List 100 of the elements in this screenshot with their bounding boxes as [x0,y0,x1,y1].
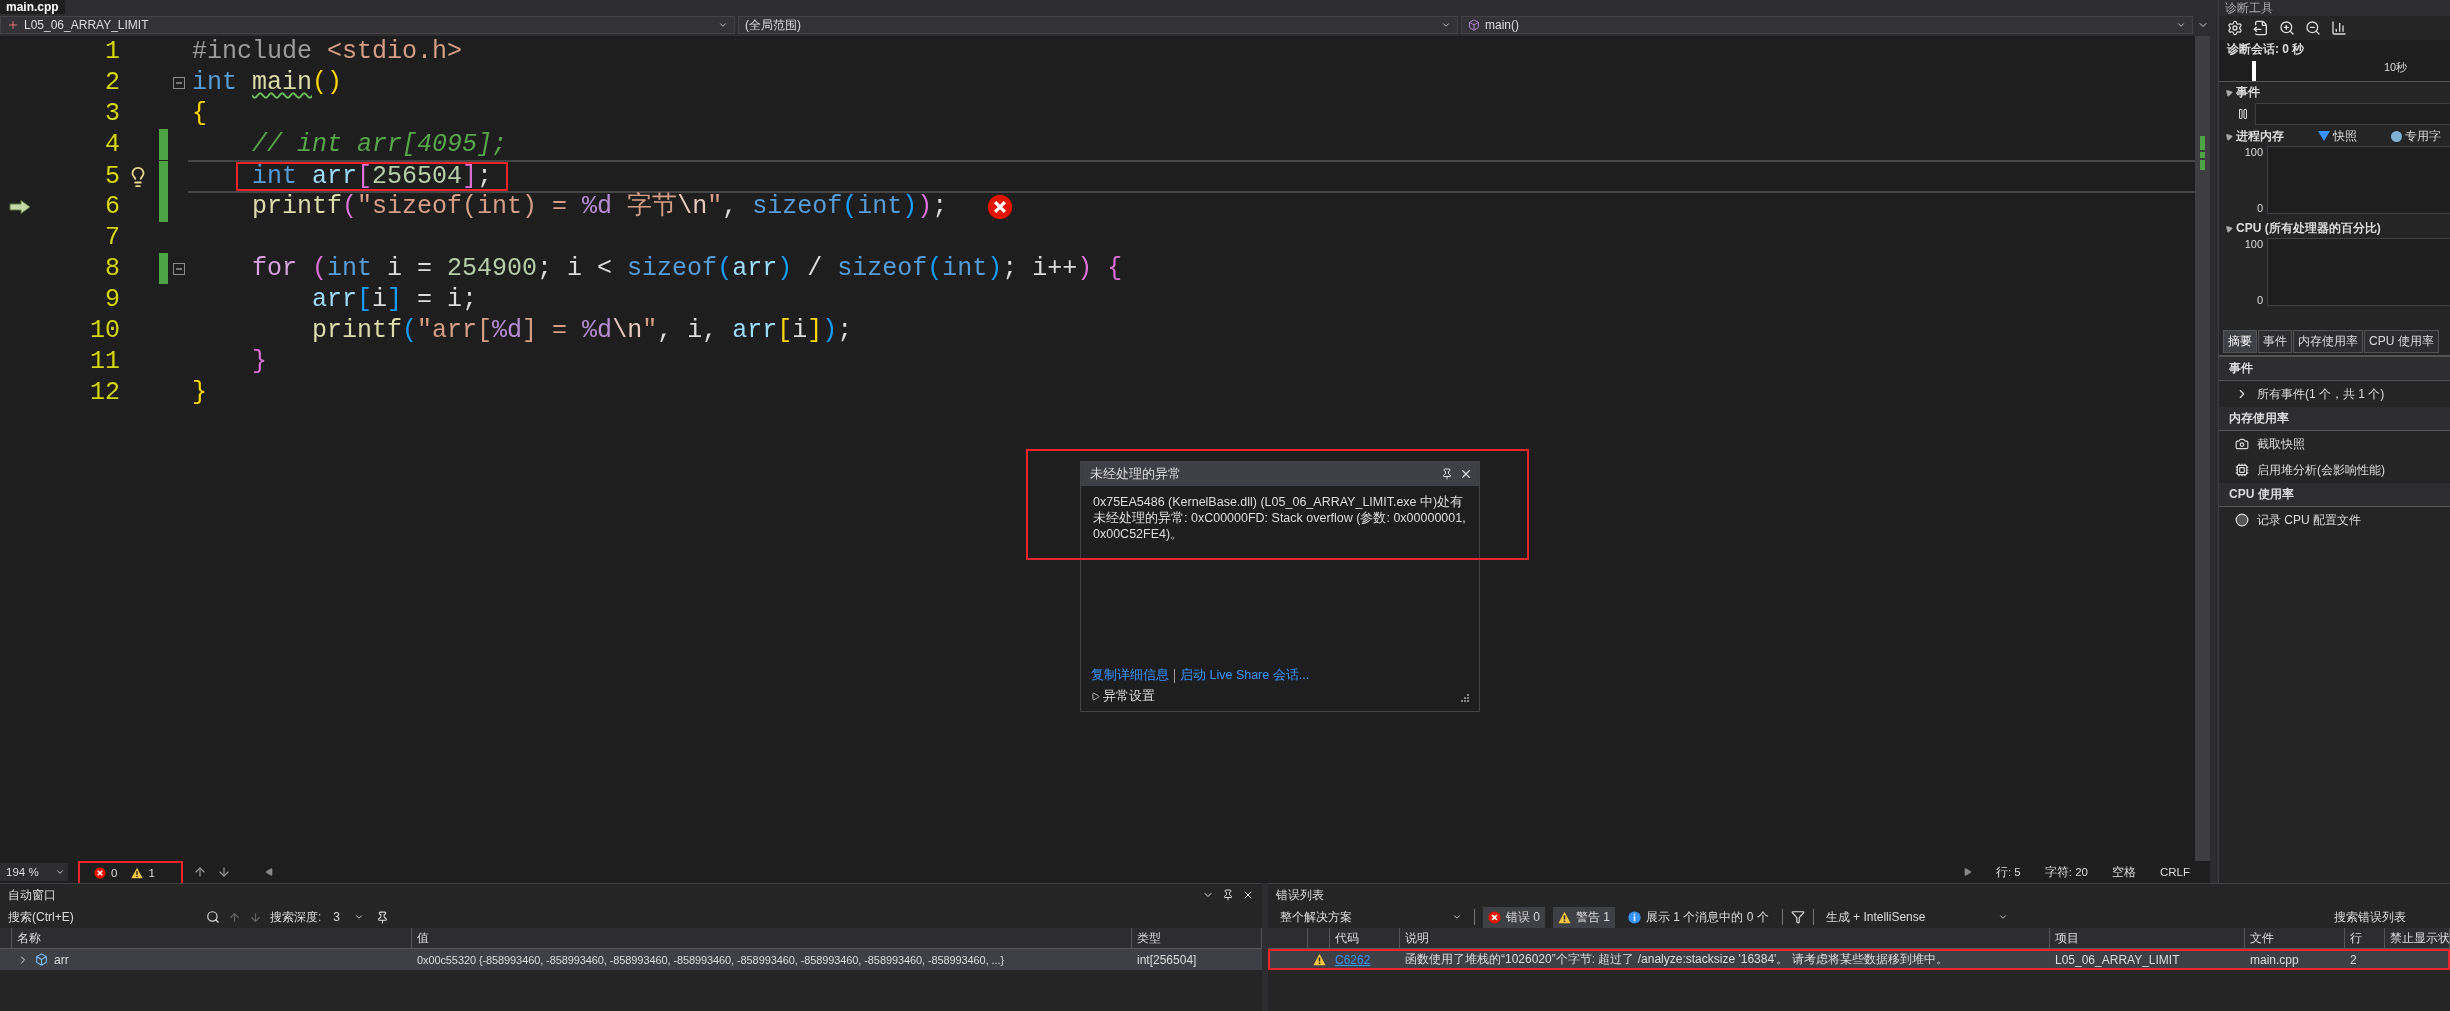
column-header[interactable]: 行 [2345,928,2385,949]
resize-grip-icon [1459,691,1469,702]
collapse-triangle-icon[interactable] [2223,87,2234,97]
legend-label: 快照 [2333,127,2357,145]
depth-dropdown[interactable]: 3 [329,910,369,924]
action-link[interactable]: 启用堆分析(会影响性能) [2257,461,2385,479]
warning-count[interactable]: 1 [131,867,155,879]
axis-label: 100 [2244,146,2263,158]
column-header[interactable]: 项目 [2050,928,2245,949]
pin-icon[interactable] [376,910,390,924]
chevron-icon [1441,20,1451,30]
line-ending-indicator: CRLF [2159,866,2190,878]
whitespace-indicator: 空格 [2111,864,2136,880]
column-header[interactable]: 值 [412,928,1132,949]
file-tab[interactable]: main.cpp [0,0,65,14]
project-icon [7,19,19,31]
chart-icon[interactable] [2331,20,2347,36]
zoom-dropdown[interactable]: 194 % [0,863,68,881]
table-cell-text: L05_06_ARRAY_LIMIT [2054,951,2181,969]
column-header[interactable]: 文件 [2245,928,2345,949]
camera-icon [2235,437,2249,451]
member-dropdown[interactable]: main() [1461,16,2193,34]
column-header[interactable]: 禁止显示状 [2385,928,2450,949]
chevron-icon [2176,20,2186,30]
pin-icon[interactable] [1222,889,1234,901]
error-count[interactable]: 0 [94,867,118,879]
code-line: #include <stdio.h> [192,37,463,66]
section-heading: CPU 使用率 [2219,483,2450,507]
depth-label: 搜索深度: [270,908,322,926]
action-link[interactable]: 所有事件(1 个，共 1 个) [2257,385,2385,403]
chevron-icon [354,912,365,922]
copy-details-link[interactable]: 复制详细信息 [1091,667,1169,684]
previous-issue-icon[interactable] [192,865,207,879]
column-header[interactable]: 类型 [1132,928,1262,949]
code-line: for (int i = 254900; i < sizeof(arr) / sizeof(int); i++) { [252,254,1123,283]
code-line: arr[i] = i; [312,285,478,314]
pause-icon[interactable] [2237,108,2249,120]
filter-toggle[interactable]: 错误 0 [1483,906,1545,928]
code-line: { [192,99,207,128]
panel-title: 自动窗口 [8,886,57,904]
error-row[interactable]: C6262 函数使用了堆栈的“1026020”个字节: 超过了 /analyze:stacksize '16384'。 请考虑将某些数据移到堆中。 L05_06_ARRAY_LIMIT main.cpp 2 [1268,949,2450,970]
zoom-in-icon[interactable] [2279,20,2295,36]
scope-dropdown[interactable]: 整个解决方案 [1276,908,1466,926]
warning-icon [131,867,144,879]
collapse-triangle-icon[interactable] [2223,131,2234,141]
close-icon[interactable] [1459,467,1473,481]
action-link[interactable]: 截取快照 [2257,435,2305,453]
search-icon[interactable] [206,910,220,924]
zoom-out-icon[interactable] [2305,20,2321,36]
live-share-link[interactable]: 启动 Live Share 会话... [1180,667,1310,684]
search-field[interactable]: 搜索(Ctrl+E) [8,907,198,927]
axis-label: 100 [2244,238,2263,250]
column-header[interactable]: 代码 [1330,928,1400,949]
info-icon [1628,910,1642,924]
column-header[interactable]: 名称 [12,928,412,949]
previous-icon[interactable] [228,910,241,924]
pin-icon[interactable] [1441,468,1453,480]
scope-dropdown[interactable]: (全局范围) [738,16,1458,34]
filter-toggle[interactable]: 警告 1 [1553,906,1616,928]
scroll-left-icon[interactable] [264,868,273,876]
record-icon [2235,513,2249,527]
tab[interactable]: 摘要 [2223,330,2257,353]
table-cell-text: int[256504] [1136,951,1198,969]
tab[interactable]: CPU 使用率 [2364,330,2439,353]
table-cell-text: 函数使用了堆栈的“1026020”个字节: 超过了 /analyze:stacksize '16384'。 请考虑将某些数据移到堆中。 [1404,951,1949,968]
track-label: 事件 [2236,83,2260,101]
axis-label: 0 [2256,202,2263,214]
next-icon[interactable] [249,910,262,924]
code-line: } [192,378,207,407]
line-number: 5 [104,161,120,192]
warning-icon [1558,910,1571,924]
panel-title: 诊断工具 [2219,0,2450,16]
collapse-icon[interactable] [173,262,185,275]
line-number: 10 [89,315,120,346]
filter-icon[interactable] [1790,910,1805,924]
tab[interactable]: 内存使用率 [2293,330,2363,353]
scroll-right-icon[interactable] [1964,868,1972,876]
collapse-triangle-icon[interactable] [2223,223,2234,233]
line-number: 8 [104,253,120,284]
table-cell-text: main.cpp [2249,951,2300,969]
cube-icon [1468,19,1480,31]
tab[interactable]: 事件 [2258,330,2292,353]
column-header[interactable]: 说明 [1400,928,2050,949]
filter-toggle[interactable]: 展示 1 个消息中的 0 个 [1623,906,1774,928]
settings-icon[interactable] [2227,20,2243,36]
exception-message: 0x75EA5486 (KernelBase.dll) (L05_06_ARRAY_LIMIT.exe 中)处有未经处理的异常: 0xC00000FD: Stack overflow (参数: 0x00000001, 0x00C52FE4)。 [1092,494,1467,543]
line-number: 6 [104,191,120,222]
variable-icon [35,953,48,966]
build-filter-dropdown[interactable]: 生成 + IntelliSense [1821,908,2012,926]
table-row[interactable]: arr 0x00c55320 {-858993460, -858993460, -858993460, -858993460, -858993460, -858993460, -858993460, -858993460, ...} int[256504] [0,949,1262,970]
exception-settings-expander[interactable]: 异常设置 [1091,688,1155,705]
close-icon[interactable] [1242,889,1254,901]
project-dropdown[interactable]: L05_06_ARRAY_LIMIT [0,16,735,34]
collapse-icon[interactable] [173,76,185,89]
export-icon[interactable] [2253,20,2269,36]
search-field[interactable]: 搜索错误列表 [2332,909,2442,925]
action-link[interactable]: 记录 CPU 配置文件 [2257,511,2361,529]
line-number: 7 [104,222,120,253]
next-issue-icon[interactable] [216,865,231,879]
dot-marker-icon [2391,130,2402,142]
